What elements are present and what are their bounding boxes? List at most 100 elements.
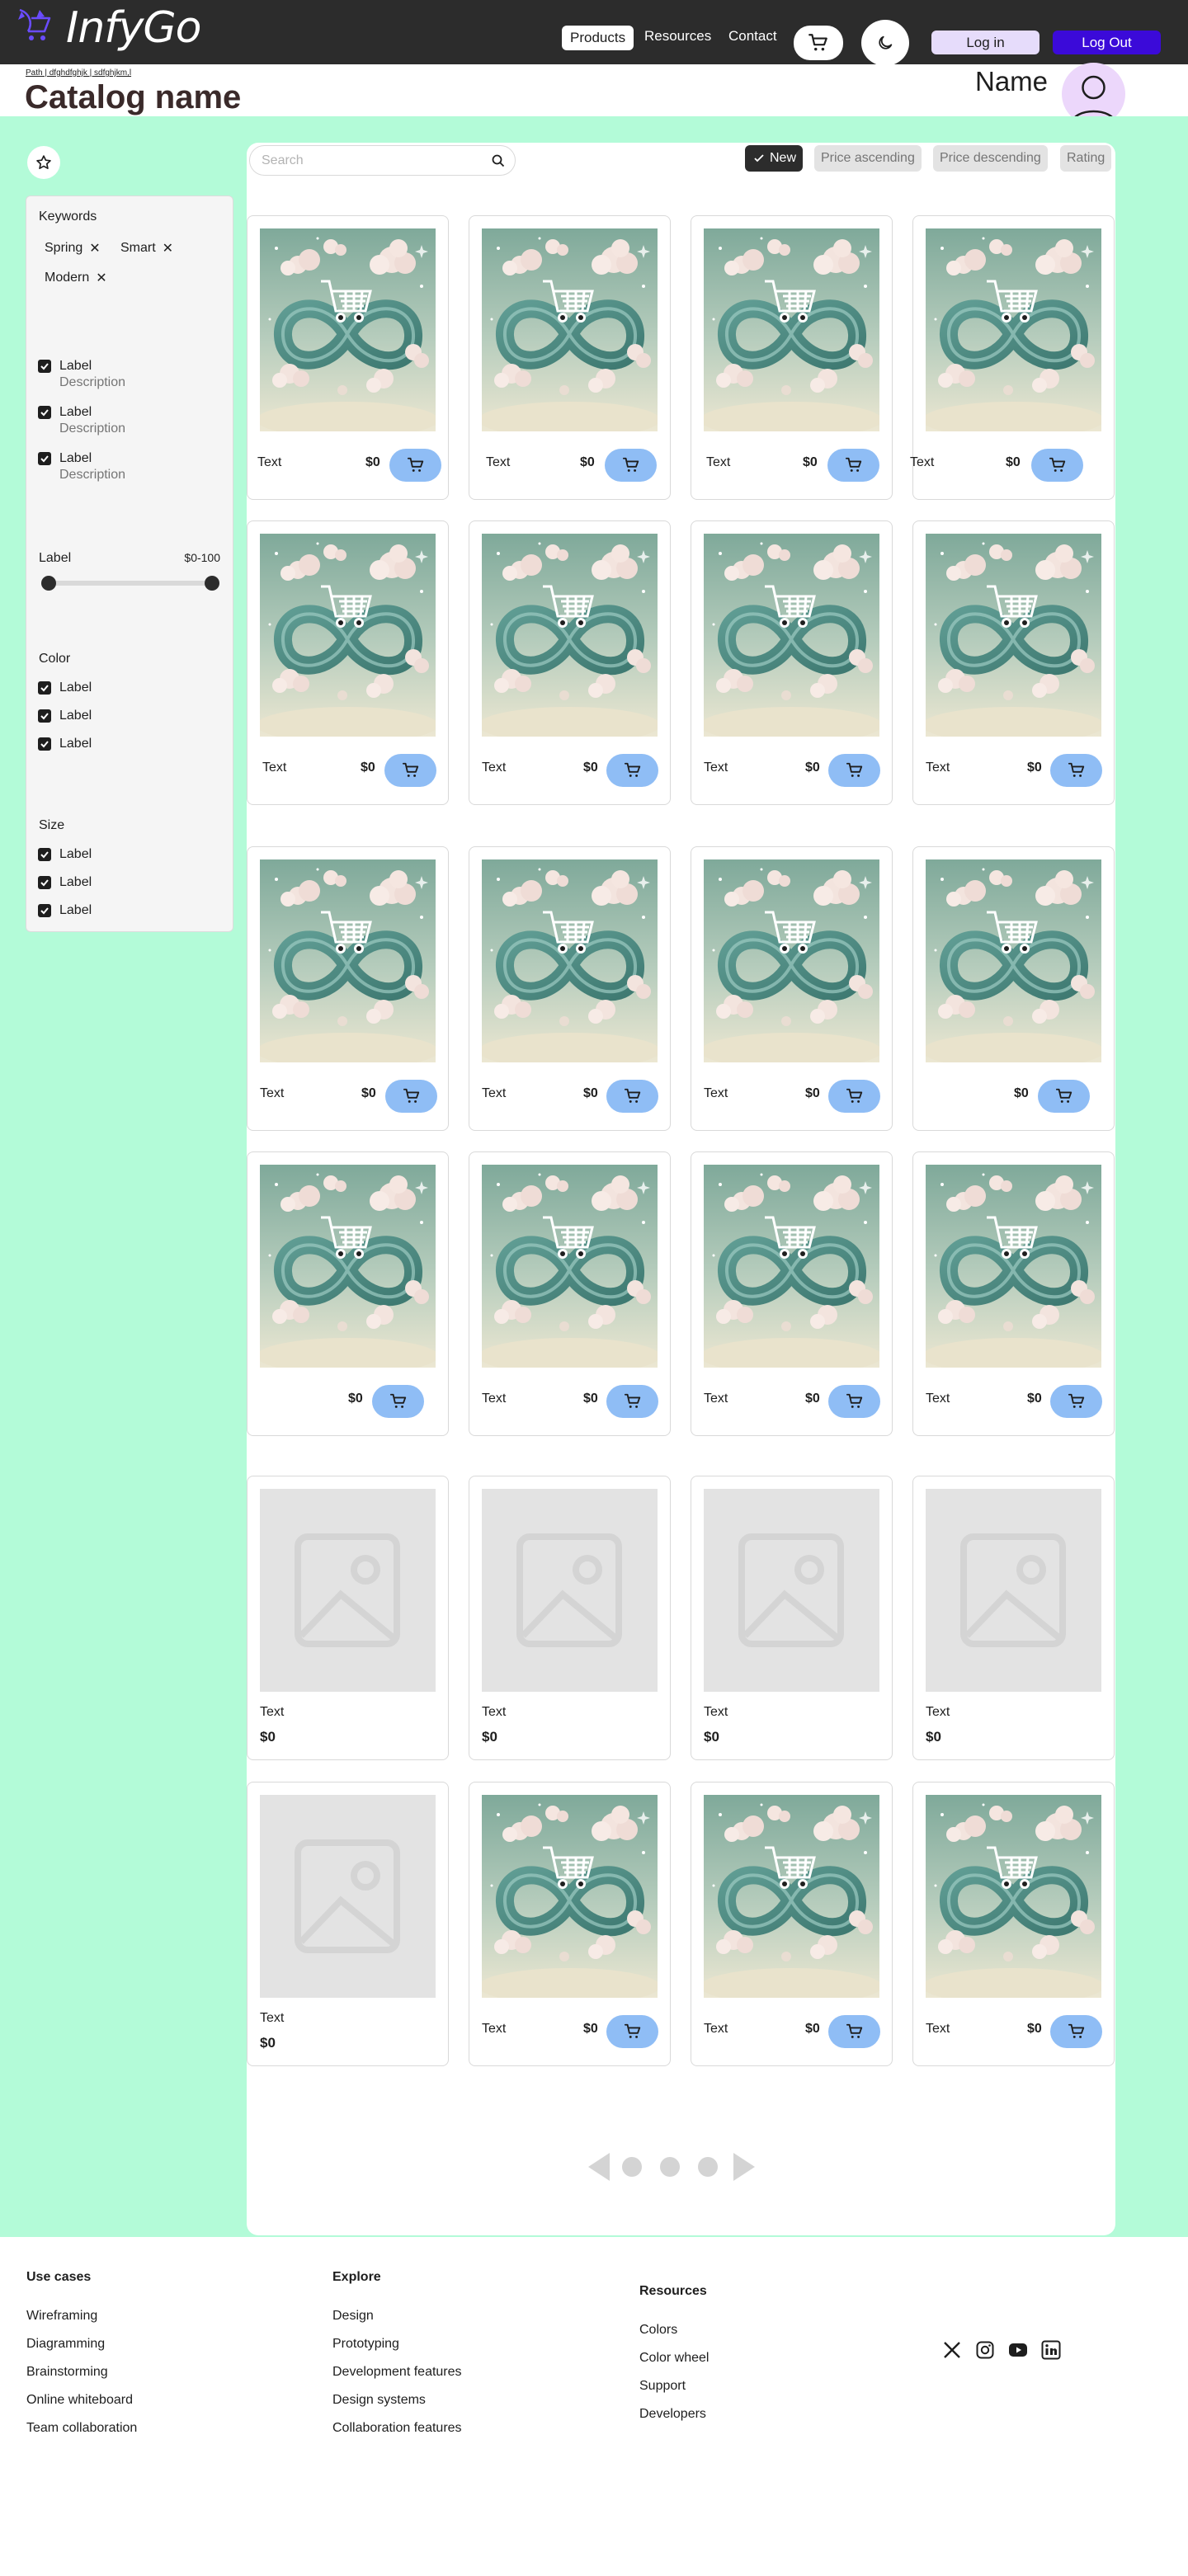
add-to-cart-button[interactable]	[384, 754, 436, 787]
add-to-cart-button[interactable]	[828, 1080, 880, 1113]
product-card[interactable]: Text $0	[469, 1151, 671, 1436]
product-card[interactable]: Text $0	[469, 215, 671, 500]
footer-link[interactable]: Collaboration features	[332, 2420, 462, 2437]
size-option[interactable]: Label	[38, 846, 92, 863]
nav-resources[interactable]: Resources	[644, 28, 711, 45]
footer-link[interactable]: Wireframing	[26, 2308, 137, 2324]
product-card[interactable]: Text $0	[691, 215, 893, 500]
checkbox-checked-icon[interactable]	[38, 406, 51, 419]
footer-link[interactable]: Diagramming	[26, 2336, 137, 2352]
product-card[interactable]: Text $0	[469, 520, 671, 805]
checkbox-checked-icon[interactable]	[38, 904, 51, 917]
footer-link[interactable]: Brainstorming	[26, 2364, 137, 2381]
footer-link[interactable]: Development features	[332, 2364, 462, 2381]
product-card-placeholder[interactable]: Text $0	[247, 1476, 449, 1760]
footer-link[interactable]: Prototyping	[332, 2336, 462, 2352]
filter-checkbox-item[interactable]: Label Description	[38, 450, 125, 483]
add-to-cart-button[interactable]	[827, 449, 879, 482]
nav-products[interactable]: Products	[562, 26, 634, 50]
keyword-chip-smart[interactable]: Smart ✕	[120, 240, 173, 257]
product-card-placeholder[interactable]: Text $0	[691, 1476, 893, 1760]
product-card[interactable]: Text $0	[912, 1782, 1115, 2066]
product-card[interactable]: $0	[247, 1151, 449, 1436]
checkbox-checked-icon[interactable]	[38, 737, 51, 751]
add-to-cart-button[interactable]	[828, 2015, 880, 2048]
checkbox-checked-icon[interactable]	[38, 452, 51, 465]
product-card-placeholder[interactable]: Text $0	[247, 1782, 449, 2066]
keyword-chip-spring[interactable]: Spring ✕	[45, 240, 101, 257]
page-dot-2[interactable]	[651, 2151, 689, 2183]
footer-link[interactable]: Design	[332, 2308, 462, 2324]
filter-checkbox-item[interactable]: Label Description	[38, 358, 125, 391]
product-card[interactable]: Text $0	[247, 215, 449, 500]
add-to-cart-button[interactable]	[606, 1080, 658, 1113]
filter-checkbox-item[interactable]: Label Description	[38, 404, 125, 437]
product-card[interactable]: Text $0	[247, 846, 449, 1131]
nav-contact[interactable]: Contact	[728, 28, 777, 45]
color-option[interactable]: Label	[38, 680, 92, 696]
page-dot-1[interactable]	[613, 2151, 651, 2183]
footer-link[interactable]: Developers	[639, 2406, 709, 2423]
add-to-cart-button[interactable]	[606, 754, 658, 787]
product-card[interactable]: Text $0	[469, 846, 671, 1131]
checkbox-checked-icon[interactable]	[38, 709, 51, 723]
add-to-cart-button[interactable]	[1031, 449, 1083, 482]
brand-name[interactable]: InfyGo	[66, 7, 201, 49]
sort-new-tag[interactable]: New	[745, 145, 804, 172]
page-dot-3[interactable]	[689, 2151, 727, 2183]
price-range-slider[interactable]	[41, 576, 219, 591]
add-to-cart-button[interactable]	[1050, 754, 1102, 787]
close-icon[interactable]: ✕	[96, 270, 106, 286]
product-card[interactable]: Text $0	[247, 520, 449, 805]
add-to-cart-button[interactable]	[372, 1385, 424, 1418]
checkbox-checked-icon[interactable]	[38, 848, 51, 861]
add-to-cart-button[interactable]	[1050, 1385, 1102, 1418]
login-button[interactable]: Log in	[931, 31, 1040, 54]
search-icon[interactable]	[492, 154, 505, 167]
footer-link[interactable]: Online whiteboard	[26, 2392, 137, 2409]
keyword-chip-modern[interactable]: Modern ✕	[45, 270, 107, 286]
product-card-placeholder[interactable]: Text $0	[912, 1476, 1115, 1760]
product-card[interactable]: Text $0	[691, 520, 893, 805]
footer-link[interactable]: Color wheel	[639, 2350, 709, 2366]
linkedin-icon[interactable]	[1041, 2340, 1061, 2360]
search-input[interactable]: Search	[249, 145, 516, 176]
sort-rating-tag[interactable]: Rating	[1060, 145, 1112, 172]
footer-link[interactable]: Support	[639, 2378, 709, 2395]
product-card[interactable]: Text $0	[691, 846, 893, 1131]
add-to-cart-button[interactable]	[828, 754, 880, 787]
checkbox-checked-icon[interactable]	[38, 876, 51, 889]
logout-button[interactable]: Log Out	[1053, 31, 1161, 54]
color-option[interactable]: Label	[38, 736, 92, 752]
footer-link[interactable]: Team collaboration	[26, 2420, 137, 2437]
add-to-cart-button[interactable]	[828, 1385, 880, 1418]
breadcrumb[interactable]: Path | dfghdfghjk | sdfghjkm,l	[26, 68, 131, 78]
add-to-cart-button[interactable]	[606, 2015, 658, 2048]
x-icon[interactable]	[942, 2340, 962, 2360]
next-page-icon[interactable]	[727, 2151, 760, 2183]
sort-price-descending-tag[interactable]: Price descending	[933, 145, 1048, 172]
add-to-cart-button[interactable]	[606, 1385, 658, 1418]
product-card[interactable]: Text $0	[691, 1782, 893, 2066]
product-card-placeholder[interactable]: Text $0	[469, 1476, 671, 1760]
product-card[interactable]: Text $0	[469, 1782, 671, 2066]
product-card[interactable]: Text $0	[910, 215, 1115, 500]
favorite-button[interactable]	[27, 146, 60, 179]
size-option[interactable]: Label	[38, 874, 92, 891]
sort-price-ascending-tag[interactable]: Price ascending	[814, 145, 922, 172]
size-option[interactable]: Label	[38, 902, 92, 919]
cart-button[interactable]	[794, 26, 843, 60]
checkbox-checked-icon[interactable]	[38, 681, 51, 695]
instagram-icon[interactable]	[975, 2340, 995, 2360]
add-to-cart-button[interactable]	[1038, 1080, 1090, 1113]
add-to-cart-button[interactable]	[605, 449, 657, 482]
range-min-handle[interactable]	[41, 576, 56, 591]
youtube-icon[interactable]	[1008, 2340, 1028, 2360]
footer-link[interactable]: Design systems	[332, 2392, 462, 2409]
add-to-cart-button[interactable]	[385, 1080, 437, 1113]
product-card[interactable]: Text $0	[691, 1151, 893, 1436]
close-icon[interactable]: ✕	[89, 240, 100, 257]
product-card[interactable]: $0	[912, 846, 1115, 1131]
add-to-cart-button[interactable]	[1050, 2015, 1102, 2048]
footer-link[interactable]: Colors	[639, 2322, 709, 2338]
